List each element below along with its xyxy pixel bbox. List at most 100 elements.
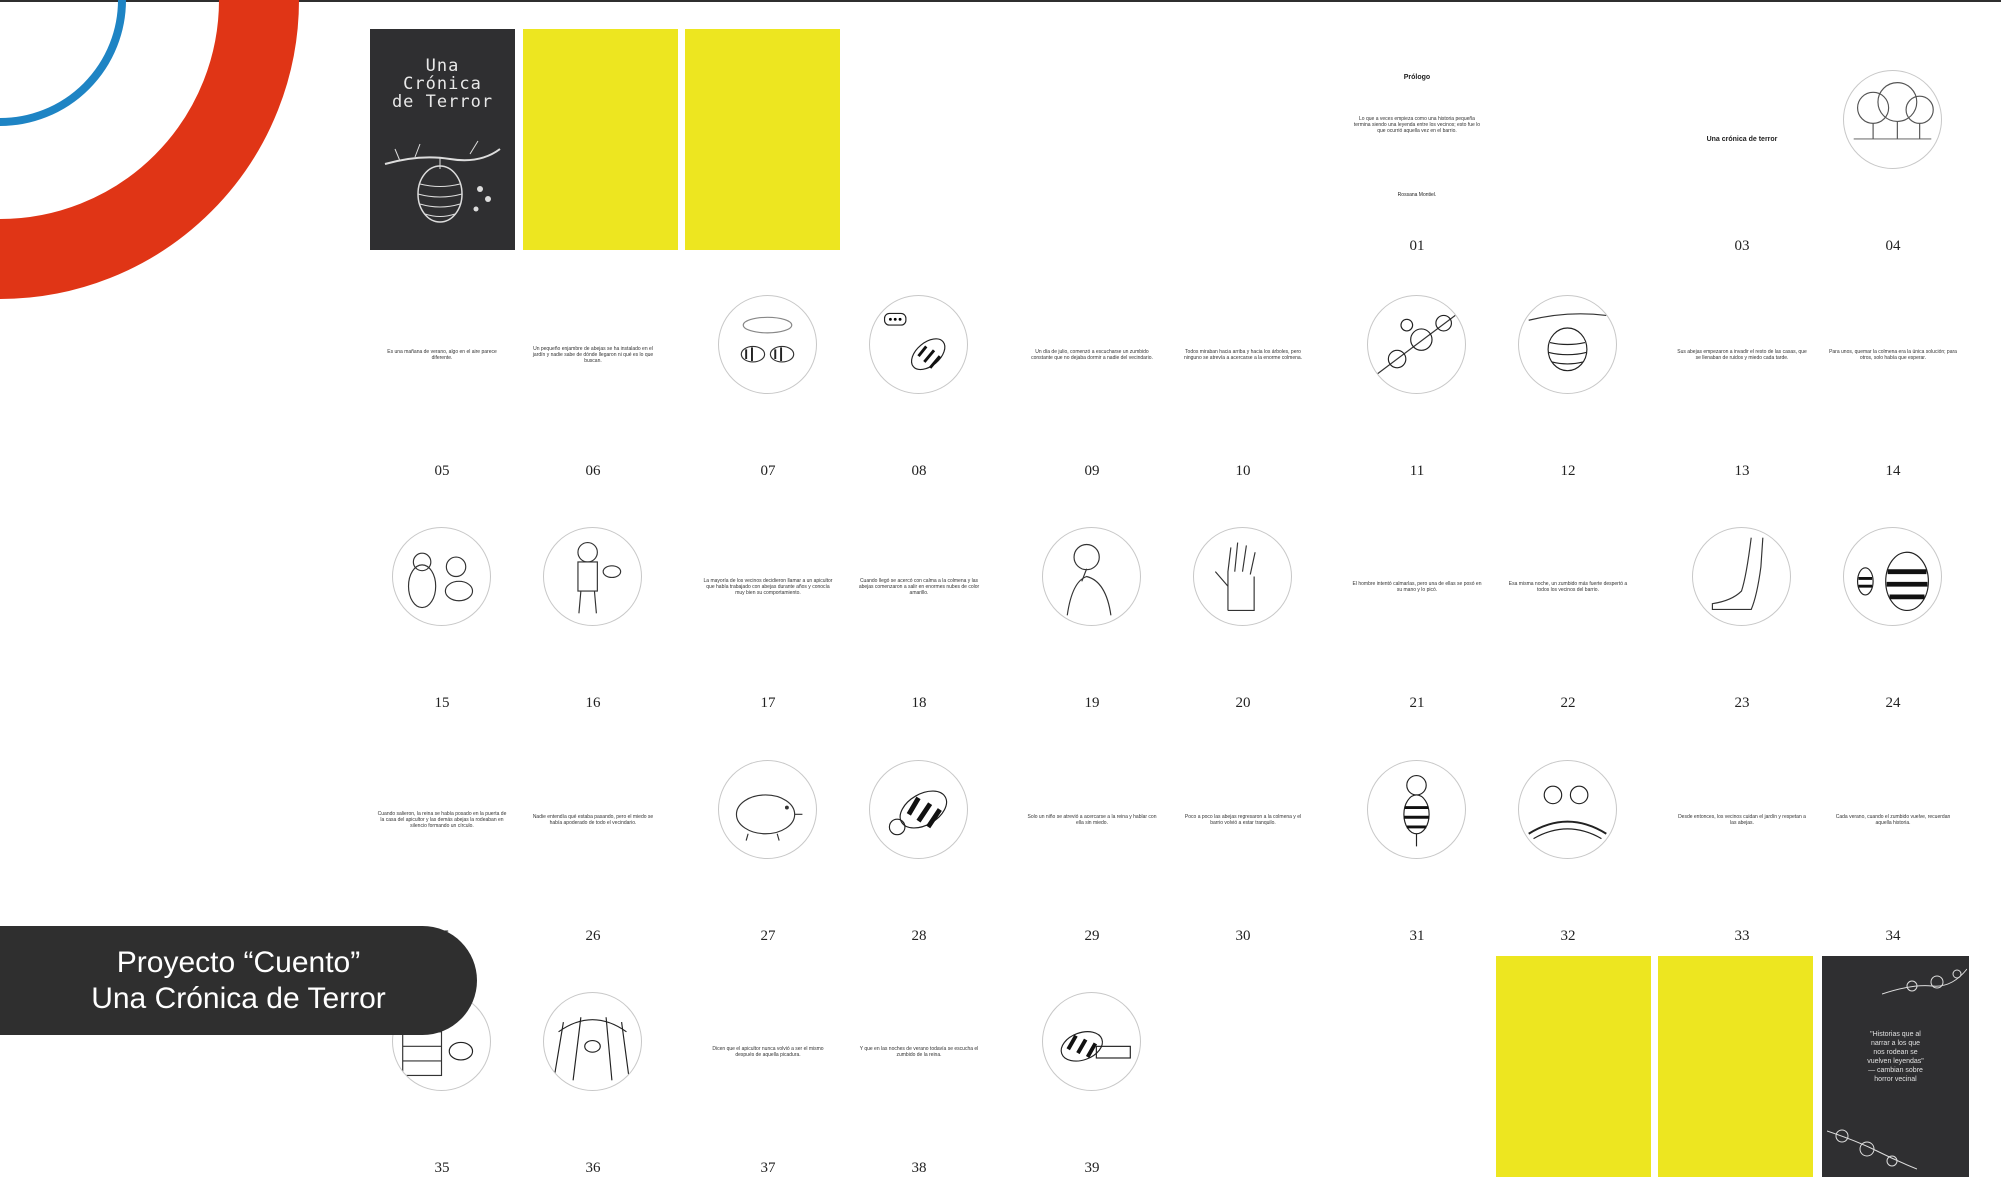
page-37: Dicen que el apicultor nunca volvió a se…	[693, 952, 843, 1176]
page-text: Y que en las noches de verano todavía se…	[859, 1046, 979, 1058]
page-20: 20	[1168, 487, 1318, 711]
top-border	[0, 0, 2001, 2]
page-text: Un día de julio, comenzó a escucharse un…	[1031, 349, 1153, 361]
yellow-endpaper-3	[1496, 956, 1651, 1177]
page-number: 10	[1235, 463, 1251, 479]
page-number: 36	[585, 1160, 601, 1176]
cover-title: Una Crónica de Terror	[391, 56, 494, 112]
page-number: 01	[1409, 238, 1425, 254]
page-39: 39	[1017, 952, 1167, 1176]
project-label-line1: Proyecto “Cuento”	[116, 945, 361, 979]
page-text: Dicen que el apicultor nunca volvió a se…	[712, 1046, 824, 1058]
beekeeper-icon	[543, 527, 642, 626]
page-number: 29	[1084, 928, 1100, 944]
book-cover: Una Crónica de Terror	[370, 29, 515, 250]
page-number: 13	[1734, 463, 1750, 479]
page-number: 09	[1084, 463, 1100, 479]
page-34: Cada verano, cuando el zumbido vuelve, r…	[1818, 720, 1968, 944]
page-text: Cuando salieron, la reina se había posad…	[377, 811, 507, 829]
page-text: Sus abejas empezaron a invadir el resto …	[1677, 349, 1807, 361]
red-arc	[0, 0, 299, 299]
page-number: 37	[760, 1160, 776, 1176]
page-31: 31	[1342, 720, 1492, 944]
angry-bees-icon	[1843, 527, 1942, 626]
bee-flying-icon	[869, 760, 968, 859]
page-text: Todos miraban hacia arriba y hacia los á…	[1183, 349, 1303, 361]
page-text: Para unos, quemar la colmena era la únic…	[1829, 349, 1957, 361]
page-text: Desde entonces, los vecinos cuidan el ja…	[1678, 814, 1806, 826]
page-03: Una crónica de terror 03	[1667, 30, 1817, 254]
page-17: La mayoría de los vecinos decidieron lla…	[693, 487, 843, 711]
corner-arcs-decoration	[0, 0, 299, 299]
bee-standing-icon	[1367, 760, 1466, 859]
flowers-icon	[1882, 968, 1967, 995]
page-28: 28	[844, 720, 994, 944]
yellow-endpaper-2	[685, 29, 840, 250]
hive-branch-icon	[1518, 295, 1617, 394]
blue-arc	[0, 0, 126, 126]
back-cover-quote: "Historias que al narrar a los que nos r…	[1867, 1031, 1924, 1083]
prologue-signature: Rossana Montiel.	[1397, 192, 1437, 198]
page-13: Sus abejas empezaron a invadir el resto …	[1667, 255, 1817, 479]
page-19: 19	[1017, 487, 1167, 711]
forest-bee-icon	[543, 992, 642, 1091]
page-text: Nadie entendía qué estaba pasando, pero …	[532, 814, 654, 826]
page-10: Todos miraban hacia arriba y hacia los á…	[1168, 255, 1318, 479]
page-text: Cada verano, cuando el zumbido vuelve, r…	[1835, 814, 1951, 826]
page-26: Nadie entendía qué estaba pasando, pero …	[518, 720, 668, 944]
bee-sleeping-icon	[1042, 992, 1141, 1091]
page-14: Para unos, quemar la colmena era la únic…	[1818, 255, 1968, 479]
page-number: 31	[1409, 928, 1425, 944]
leg-icon	[1692, 527, 1791, 626]
page-04: 04	[1818, 30, 1968, 254]
page-36: 36	[518, 952, 668, 1176]
page-number: 35	[434, 1160, 450, 1176]
page-number: 17	[760, 695, 776, 711]
project-label-line2: Una Crónica de Terror	[91, 981, 386, 1015]
page-30: Poco a poco las abejas regresaron a la c…	[1168, 720, 1318, 944]
inner-title: Una crónica de terror	[1706, 136, 1778, 143]
page-08: 08	[844, 255, 994, 479]
page-09: Un día de julio, comenzó a escucharse un…	[1017, 255, 1167, 479]
page-16: 16	[518, 487, 668, 711]
flowers-bottom-icon	[1827, 1129, 1917, 1170]
bees-group-icon	[1518, 760, 1617, 859]
flowers-icon	[1367, 295, 1466, 394]
page-number: 38	[911, 1160, 927, 1176]
page-number: 32	[1560, 928, 1576, 944]
page-15: 15	[367, 487, 517, 711]
page-text: La mayoría de los vecinos decidieron lla…	[703, 578, 833, 596]
page-07: 07	[693, 255, 843, 479]
page-11: 11	[1342, 255, 1492, 479]
page-24: 24	[1818, 487, 1968, 711]
prologue-text: Lo que a veces empieza como una historia…	[1353, 116, 1481, 134]
page-number: 05	[434, 463, 450, 479]
page-number: 34	[1885, 928, 1901, 944]
page-text: Esa misma noche, un zumbido más fuerte d…	[1508, 581, 1628, 593]
page-25: Cuando salieron, la reina se había posad…	[367, 720, 517, 944]
page-06: Un pequeño enjambre de abejas se ha inst…	[518, 255, 668, 479]
yellow-endpaper-4	[1658, 956, 1813, 1177]
trees-icon	[1843, 70, 1942, 169]
page-number: 22	[1560, 695, 1576, 711]
page-38: Y que en las noches de verano todavía se…	[844, 952, 994, 1176]
page-text: Poco a poco las abejas regresaron a la c…	[1184, 814, 1302, 826]
page-21: El hombre intentó calmarlas, pero una de…	[1342, 487, 1492, 711]
bees-icon	[718, 295, 817, 394]
page-12: 12	[1493, 255, 1643, 479]
man-thinking-icon	[1042, 527, 1141, 626]
hive-branch-icon	[384, 140, 501, 223]
page-29: Solo un niño se atrevió a acercarse a la…	[1017, 720, 1167, 944]
yellow-endpaper-1	[523, 29, 678, 250]
project-label: Proyecto “Cuento” Una Crónica de Terror	[0, 926, 477, 1035]
page-22: Esa misma noche, un zumbido más fuerte d…	[1493, 487, 1643, 711]
page-text: Un pequeño enjambre de abejas se ha inst…	[532, 346, 654, 364]
back-cover: "Historias que al narrar a los que nos r…	[1822, 956, 1969, 1177]
page-number: 14	[1885, 463, 1901, 479]
page-number: 06	[585, 463, 601, 479]
page-number: 26	[585, 928, 601, 944]
bear-bee-icon	[392, 527, 491, 626]
page-number: 39	[1084, 1160, 1100, 1176]
page-number: 18	[911, 695, 927, 711]
mole-icon	[718, 760, 817, 859]
